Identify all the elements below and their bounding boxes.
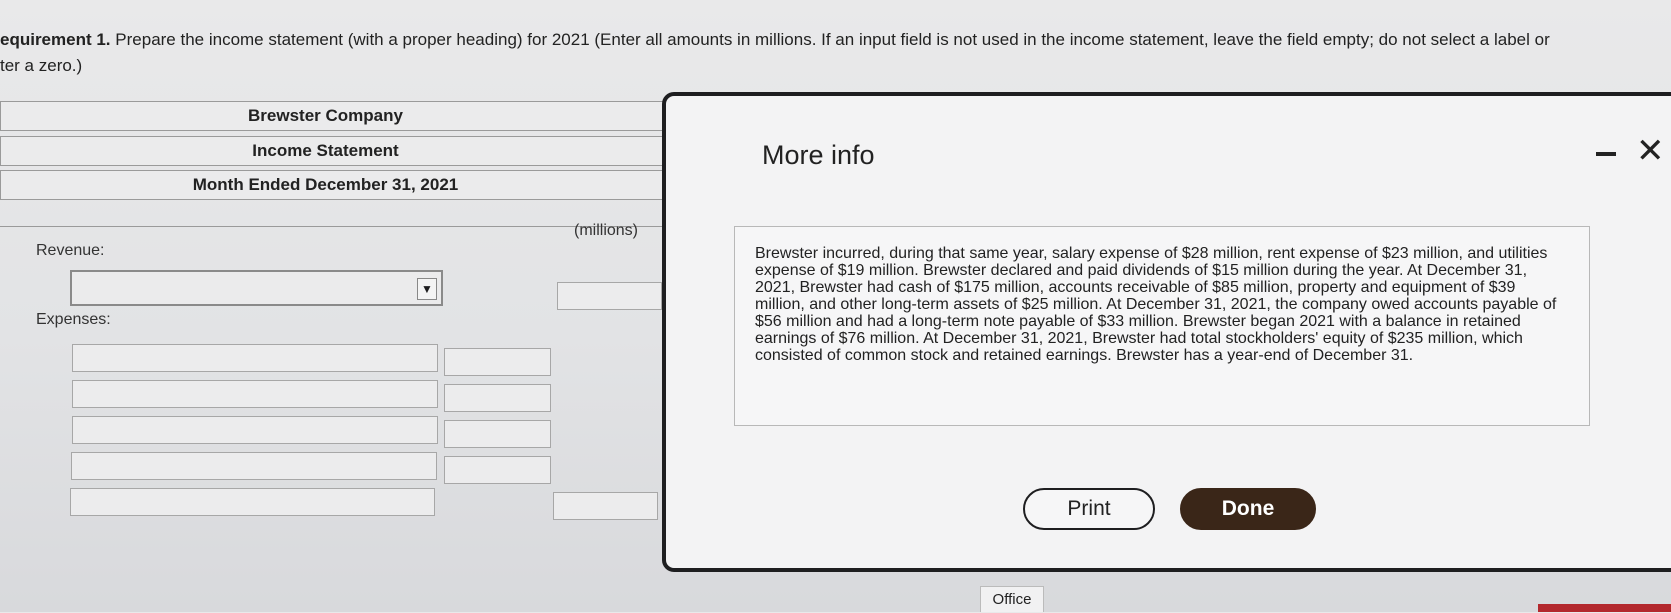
instructions-text: Prepare the income statement (with a pro… <box>115 30 1550 49</box>
revenue-amount-input[interactable] <box>557 282 662 310</box>
expense-amount-3[interactable] <box>444 420 551 448</box>
statement-period: Month Ended December 31, 2021 <box>192 175 459 194</box>
expenses-label: Expenses: <box>36 311 111 328</box>
expense-account-4[interactable] <box>71 452 437 480</box>
company-name: Brewster Company <box>248 106 403 125</box>
statement-title-box[interactable]: Income Statement <box>0 136 667 166</box>
dropdown-arrow-icon[interactable]: ▼ <box>417 278 437 300</box>
done-button[interactable]: Done <box>1180 488 1316 530</box>
expense-amount-1[interactable] <box>444 348 551 376</box>
total-expenses-label[interactable] <box>70 488 435 516</box>
print-button[interactable]: Print <box>1023 488 1155 530</box>
info-text: Brewster incurred, during that same year… <box>755 245 1557 364</box>
divider <box>0 226 665 227</box>
expense-amount-2[interactable] <box>444 384 551 412</box>
units-label: (millions) <box>574 222 638 239</box>
instructions-line2: ter a zero.) <box>0 56 83 75</box>
close-icon[interactable]: ✕ <box>1636 134 1665 168</box>
total-expenses-amount[interactable] <box>553 492 658 520</box>
expense-account-3[interactable] <box>72 416 438 444</box>
instructions: equirement 1. Prepare the income stateme… <box>0 30 1660 50</box>
minimize-icon[interactable] <box>1596 152 1616 156</box>
more-info-dialog: More info ✕ Brewster incurred, during th… <box>662 92 1671 572</box>
requirement-label: equirement 1. <box>0 30 111 49</box>
expense-account-2[interactable] <box>72 380 438 408</box>
expense-amount-4[interactable] <box>444 456 551 484</box>
office-tab[interactable]: Office <box>980 586 1044 612</box>
revenue-label: Revenue: <box>36 242 105 259</box>
info-text-box: Brewster incurred, during that same year… <box>734 226 1590 426</box>
revenue-account-select[interactable]: ▼ <box>70 270 443 306</box>
statement-period-box[interactable]: Month Ended December 31, 2021 <box>0 170 667 200</box>
expense-account-1[interactable] <box>72 344 438 372</box>
company-name-box[interactable]: Brewster Company <box>0 101 667 131</box>
statement-title: Income Statement <box>252 141 399 160</box>
dialog-title: More info <box>762 140 875 170</box>
next-button-edge[interactable] <box>1538 604 1671 612</box>
